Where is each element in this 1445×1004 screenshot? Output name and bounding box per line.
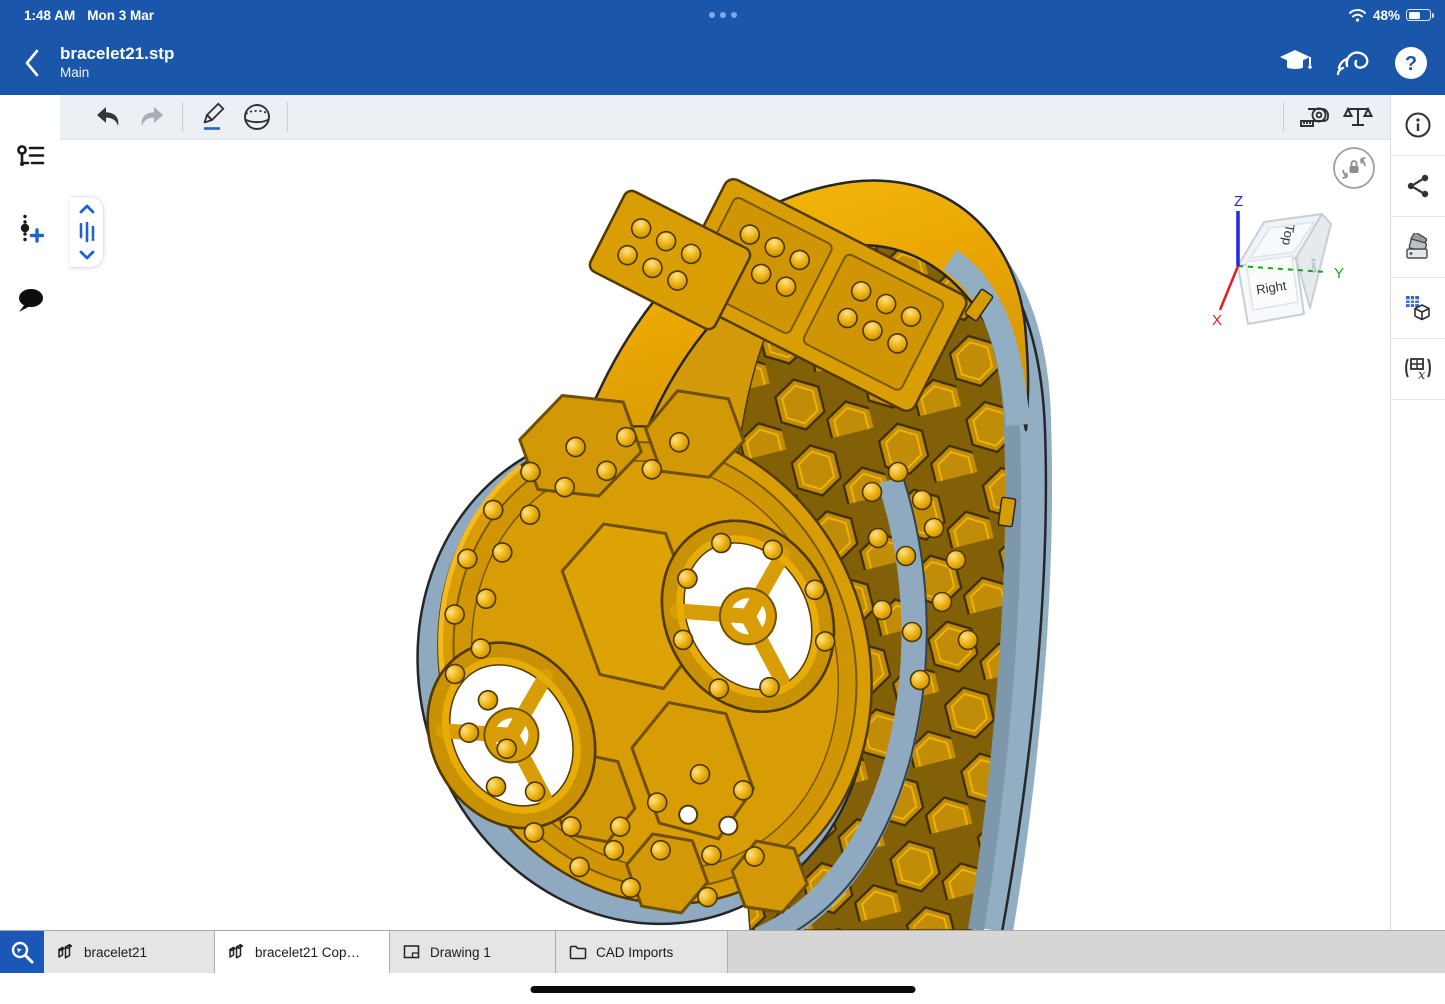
view-adjust-pill[interactable] <box>70 196 104 268</box>
part-studio-icon <box>227 942 247 962</box>
rotate-lock-button[interactable] <box>1332 146 1376 190</box>
svg-text:?: ? <box>1405 53 1417 75</box>
svg-text:x: x <box>1418 368 1426 383</box>
axis-x-label: X <box>1212 312 1222 329</box>
configurations-icon[interactable] <box>1391 278 1445 339</box>
tab-label: Drawing 1 <box>430 945 491 960</box>
model-viewport[interactable]: Top Right Front Z X Y <box>60 140 1390 930</box>
info-icon[interactable] <box>1391 95 1445 156</box>
date: Mon 3 Mar <box>87 8 154 23</box>
chevron-up-icon[interactable] <box>79 204 95 214</box>
workspace-name[interactable]: Main <box>60 65 174 82</box>
onshape-app: 1:48 AM Mon 3 Mar 48% bracelet21.stp Mai… <box>0 0 1445 1004</box>
undo-icon[interactable] <box>86 98 130 136</box>
redo-icon[interactable] <box>130 98 174 136</box>
tab-label: CAD Imports <box>596 945 673 960</box>
wifi-icon <box>1348 8 1367 22</box>
axis-y-label: Y <box>1334 265 1344 282</box>
clock: 1:48 AM <box>24 8 75 23</box>
comment-icon[interactable] <box>12 283 48 319</box>
document-title: bracelet21.stp <box>60 43 174 64</box>
home-indicator[interactable] <box>530 986 915 993</box>
document-tab-bar: bracelet21 bracelet21 Cop… Drawing 1 CAD… <box>0 930 1445 973</box>
variables-icon[interactable]: x <box>1391 339 1445 400</box>
tab-bracelet21[interactable]: bracelet21 <box>44 931 215 973</box>
tab-label: bracelet21 <box>84 945 147 960</box>
chevron-down-icon[interactable] <box>79 250 95 260</box>
sketch-icon[interactable] <box>191 98 235 136</box>
document-header: bracelet21.stp Main ? <box>0 30 1445 95</box>
back-button[interactable] <box>14 41 50 85</box>
view-cube[interactable]: Top Right Front Z X Y <box>1198 190 1348 368</box>
measure-icon[interactable] <box>1292 98 1336 136</box>
folder-icon <box>568 942 588 962</box>
axis-z-label: Z <box>1234 193 1243 210</box>
part-studio-icon <box>56 942 76 962</box>
help-icon[interactable]: ? <box>1393 45 1429 81</box>
left-panel <box>0 95 60 930</box>
battery-percent: 48% <box>1373 8 1400 23</box>
add-feature-icon[interactable] <box>12 211 48 247</box>
adjust-icon[interactable] <box>77 221 97 243</box>
right-panel: x <box>1390 95 1445 930</box>
share-icon[interactable] <box>1391 156 1445 217</box>
mass-properties-icon[interactable] <box>1336 98 1380 136</box>
tab-cad-imports[interactable]: CAD Imports <box>556 931 728 973</box>
toolbar <box>60 95 1390 140</box>
revolve-sphere-icon[interactable] <box>235 98 279 136</box>
appearance-icon[interactable] <box>1391 217 1445 278</box>
tab-drawing-1[interactable]: Drawing 1 <box>390 931 556 973</box>
home-area <box>0 973 1445 1004</box>
status-bar: 1:48 AM Mon 3 Mar 48% <box>0 0 1445 30</box>
search-tools-button[interactable] <box>0 931 44 973</box>
learning-center-icon[interactable] <box>1277 45 1313 81</box>
live-sync-icon[interactable] <box>1335 45 1371 81</box>
battery-icon <box>1406 9 1431 21</box>
multitask-dots-icon[interactable] <box>709 12 737 18</box>
drawing-icon <box>402 942 422 962</box>
tab-bracelet21-copy[interactable]: bracelet21 Cop… <box>215 931 390 973</box>
tab-label: bracelet21 Cop… <box>255 945 360 960</box>
feature-list-icon[interactable] <box>12 139 48 175</box>
bracelet-model[interactable] <box>60 140 1390 930</box>
